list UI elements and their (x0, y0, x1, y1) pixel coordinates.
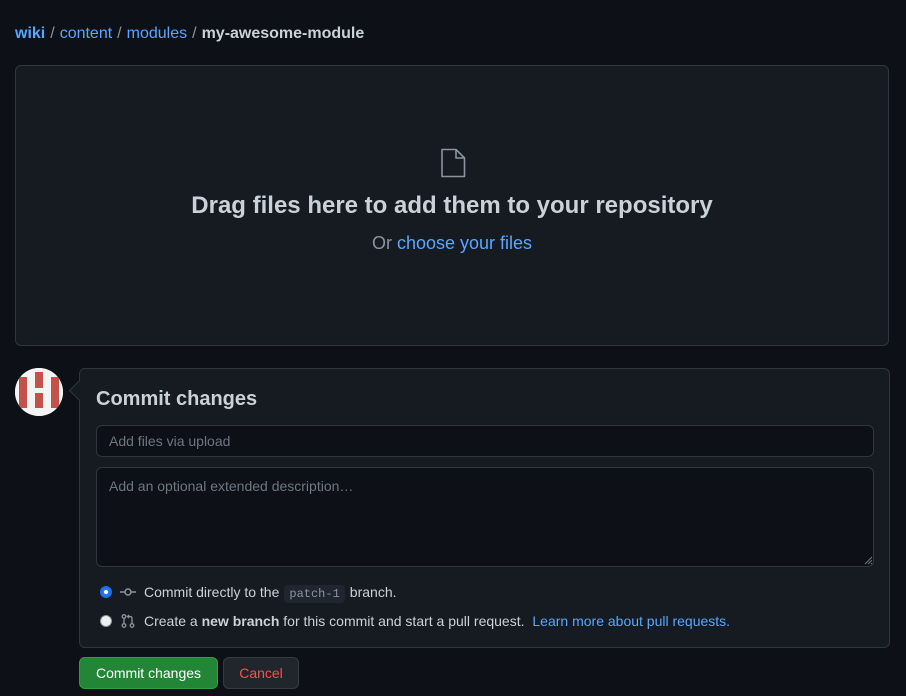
git-commit-icon (120, 588, 136, 596)
breadcrumb-wiki[interactable]: wiki (15, 25, 45, 42)
choose-files-link[interactable]: choose your files (397, 233, 532, 253)
commit-form: Commit changes Commit directly to thepat… (79, 368, 890, 648)
learn-more-pull-requests-link[interactable]: Learn more about pull requests. (532, 613, 730, 629)
commit-title: Commit changes (96, 388, 258, 410)
file-icon (441, 148, 466, 178)
new-branch-bold: new branch (201, 613, 280, 629)
file-dropzone[interactable]: Drag files here to add them to your repo… (15, 65, 889, 346)
commit-direct-option[interactable]: Commit directly to the patch-1 branch. (100, 582, 397, 603)
commit-direct-text-after: branch. (349, 583, 397, 600)
breadcrumb-separator: / (50, 25, 55, 42)
cancel-button[interactable]: Cancel (223, 657, 299, 689)
breadcrumb-modules[interactable]: modules (127, 25, 187, 42)
new-branch-text-after: for this commit and start a pull request… (283, 613, 525, 629)
dropzone-subtitle: Or choose your files (16, 232, 888, 254)
resize-grip-icon[interactable] (863, 555, 873, 565)
dropzone-prefix: Or (371, 233, 392, 253)
breadcrumb-content[interactable]: content (60, 25, 112, 42)
commit-summary-input[interactable] (96, 425, 874, 457)
breadcrumb-separator: / (192, 25, 197, 42)
dropzone-title: Drag files here to add them to your repo… (191, 192, 713, 219)
new-branch-text: Create a new branch for this commit and … (144, 613, 730, 629)
avatar-identicon (15, 368, 63, 416)
commit-direct-radio[interactable] (100, 586, 112, 598)
new-branch-text-before: Create a (144, 613, 198, 629)
new-branch-option[interactable]: Create a new branch for this commit and … (100, 611, 730, 631)
breadcrumb-separator: / (117, 25, 122, 42)
new-branch-radio[interactable] (100, 615, 112, 627)
commit-description-textarea[interactable] (96, 467, 874, 567)
breadcrumb: wiki / content / modules / my-awesome-module (15, 24, 364, 44)
commit-changes-button[interactable]: Commit changes (79, 657, 218, 689)
avatar[interactable] (15, 368, 63, 416)
commit-direct-text-before: Commit directly to the (144, 583, 280, 600)
commit-direct-text: Commit directly to the patch-1 branch. (144, 583, 397, 603)
branch-name-code: patch-1 (284, 584, 345, 603)
git-pull-request-icon (121, 614, 135, 628)
breadcrumb-current: my-awesome-module (201, 25, 365, 42)
